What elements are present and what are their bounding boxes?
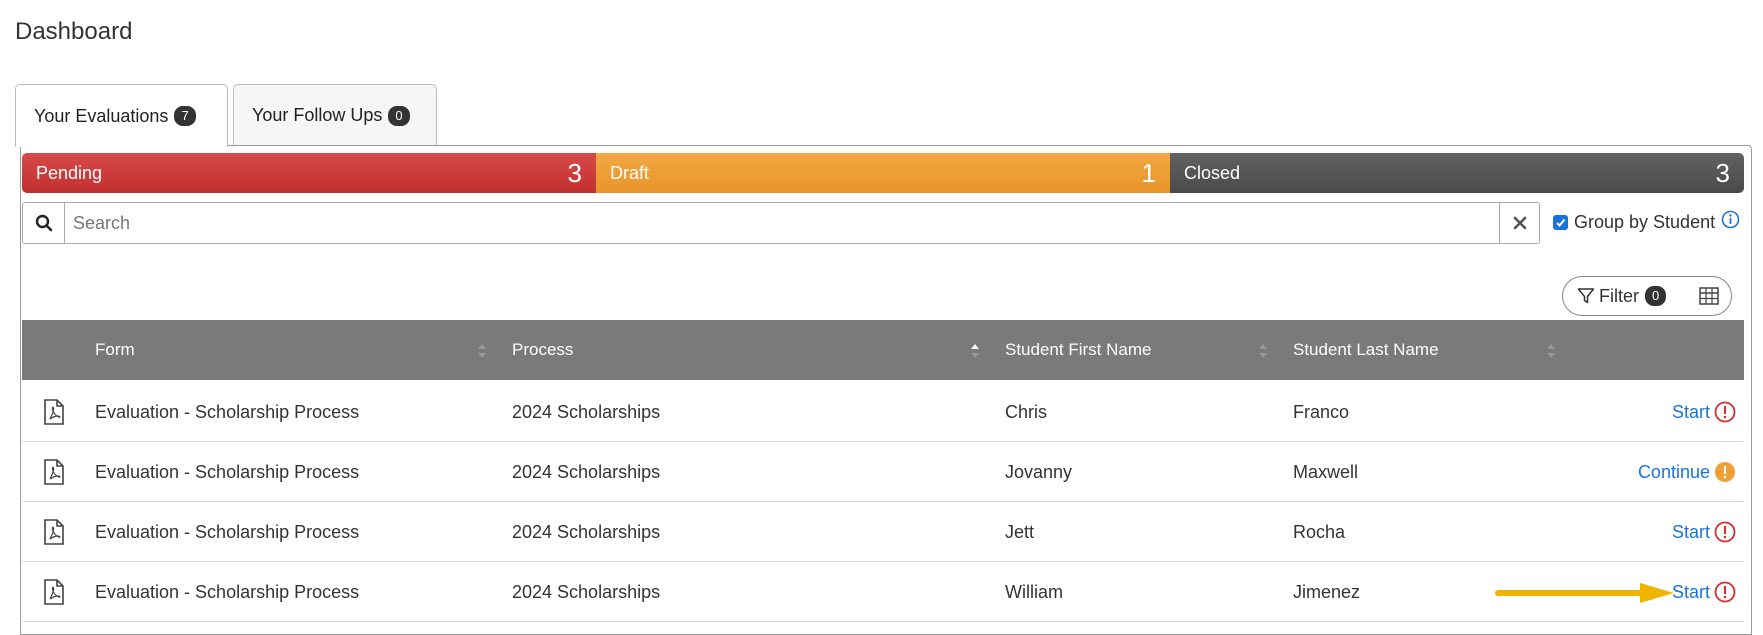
start-link[interactable]: Start <box>1672 522 1710 543</box>
status-bar: Pending 3 Draft 1 Closed 3 <box>22 153 1744 193</box>
clear-search-button[interactable] <box>1499 203 1539 243</box>
table-header: Form Process Student First Name Student … <box>22 320 1744 380</box>
tab-count-badge: 0 <box>388 105 410 126</box>
table-row: Evaluation - Scholarship Process 2024 Sc… <box>22 382 1744 442</box>
sort-icon[interactable] <box>1258 342 1268 360</box>
sort-icon[interactable] <box>1546 342 1556 360</box>
check-icon <box>1556 218 1566 227</box>
pdf-icon[interactable] <box>44 382 64 442</box>
pdf-icon[interactable] <box>44 442 64 502</box>
table-icon <box>1699 287 1719 305</box>
table-row: Evaluation - Scholarship Process 2024 Sc… <box>22 562 1744 622</box>
tab-count-badge: 7 <box>174 106 196 126</box>
tab-label: Your Follow Ups <box>252 105 383 125</box>
cell-last-name: Jimenez <box>1293 581 1361 602</box>
cell-form: Evaluation - Scholarship Process <box>95 461 360 482</box>
start-link[interactable]: Start <box>1672 402 1710 423</box>
pdf-icon[interactable] <box>44 562 64 622</box>
status-label: Closed <box>1184 162 1241 183</box>
column-label: Student Last Name <box>1293 340 1439 359</box>
cell-process: 2024 Scholarships <box>512 581 661 602</box>
cell-process: 2024 Scholarships <box>512 461 661 482</box>
table-row: Evaluation - Scholarship Process 2024 Sc… <box>22 502 1744 562</box>
status-label: Draft <box>610 162 650 183</box>
alert-red-icon <box>1714 581 1736 603</box>
cell-first-name: William <box>1005 581 1063 602</box>
group-by-checkbox[interactable] <box>1553 214 1568 230</box>
search-bar <box>22 202 1540 244</box>
filter-toolbar: Filter 0 <box>1562 276 1732 316</box>
status-pending[interactable]: Pending 3 <box>22 153 596 193</box>
cell-process: 2024 Scholarships <box>512 521 661 542</box>
cell-form: Evaluation - Scholarship Process <box>95 401 360 422</box>
row-action: Start <box>1672 562 1736 622</box>
alert-red-icon <box>1714 521 1736 543</box>
search-icon <box>23 203 65 243</box>
cell-form: Evaluation - Scholarship Process <box>95 581 360 602</box>
sort-asc-icon[interactable] <box>970 342 980 360</box>
status-count: 3 <box>567 157 582 188</box>
status-count: 1 <box>1141 157 1156 188</box>
column-settings-button[interactable] <box>1699 287 1719 305</box>
alert-red-icon <box>1714 401 1736 423</box>
page-title: Dashboard <box>15 18 133 45</box>
close-icon <box>1513 216 1526 230</box>
cell-process: 2024 Scholarships <box>512 401 661 422</box>
row-action: Start <box>1672 382 1736 442</box>
table-row: Evaluation - Scholarship Process 2024 Sc… <box>22 442 1744 502</box>
column-label: Student First Name <box>1005 340 1152 359</box>
column-process[interactable]: Process <box>512 320 942 380</box>
column-student-last-name[interactable]: Student Last Name <box>1293 320 1573 380</box>
tab-your-evaluations[interactable]: Your Evaluations 7 <box>15 84 228 147</box>
pdf-icon[interactable] <box>44 502 64 562</box>
column-label: Form <box>95 340 135 359</box>
status-count: 3 <box>1715 157 1730 188</box>
status-draft[interactable]: Draft 1 <box>596 153 1170 193</box>
status-closed[interactable]: Closed 3 <box>1170 153 1744 193</box>
column-form[interactable]: Form <box>95 320 515 380</box>
cell-first-name: Chris <box>1005 401 1048 422</box>
cell-last-name: Maxwell <box>1293 461 1359 482</box>
funnel-icon <box>1577 288 1595 304</box>
cell-first-name: Jett <box>1005 521 1035 542</box>
alert-orange-icon <box>1715 462 1735 482</box>
continue-link[interactable]: Continue <box>1638 462 1710 483</box>
sort-icon[interactable] <box>477 342 487 360</box>
info-icon[interactable] <box>1721 210 1740 234</box>
column-student-first-name[interactable]: Student First Name <box>1005 320 1285 380</box>
group-by-label: Group by Student <box>1574 211 1716 232</box>
filter-button[interactable]: Filter 0 <box>1577 285 1667 307</box>
search-input[interactable] <box>65 203 1499 243</box>
cell-last-name: Franco <box>1293 401 1350 422</box>
filter-label: Filter <box>1599 285 1639 306</box>
column-label: Process <box>512 340 574 359</box>
cell-last-name: Rocha <box>1293 521 1346 542</box>
annotation-arrow-icon <box>1495 583 1674 603</box>
group-by-student-toggle[interactable]: Group by Student <box>1553 210 1740 234</box>
cell-first-name: Jovanny <box>1005 461 1073 482</box>
filter-count-badge: 0 <box>1645 286 1667 306</box>
row-action: Continue <box>1638 442 1736 502</box>
start-link[interactable]: Start <box>1672 582 1710 603</box>
cell-form: Evaluation - Scholarship Process <box>95 521 360 542</box>
tab-label: Your Evaluations <box>34 105 169 126</box>
status-label: Pending <box>36 162 103 183</box>
tab-your-follow-ups[interactable]: Your Follow Ups 0 <box>233 84 437 146</box>
row-action: Start <box>1672 502 1736 562</box>
